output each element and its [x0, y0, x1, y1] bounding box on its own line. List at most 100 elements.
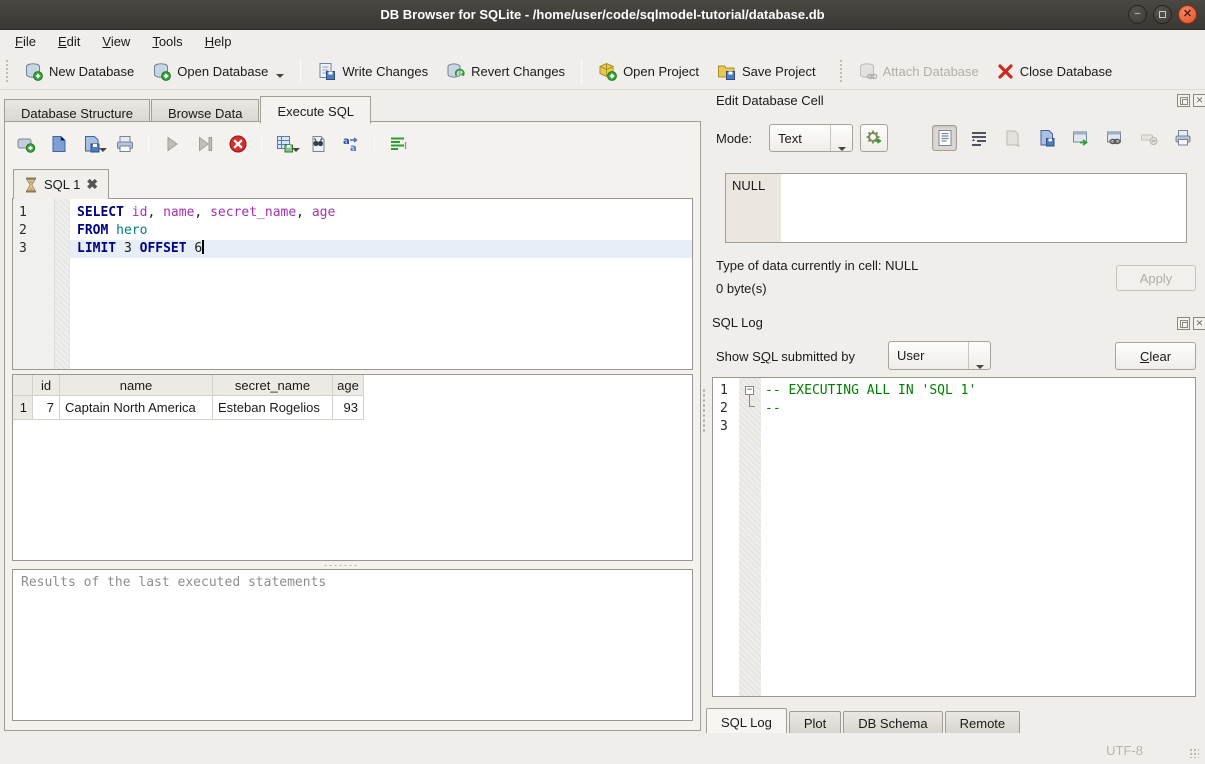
cell-value-editor[interactable]: NULL: [725, 173, 1187, 243]
menu-view[interactable]: View: [91, 31, 141, 52]
replace-button[interactable]: aa: [340, 133, 362, 155]
log-fold-margin: −: [739, 378, 761, 696]
window-title: DB Browser for SQLite - /home/user/code/…: [0, 7, 1205, 22]
auto-switch-mode-button[interactable]: [860, 124, 888, 152]
import-data-button[interactable]: [1000, 125, 1025, 151]
status-bar: UTF-8: [0, 733, 1205, 764]
open-database-button[interactable]: Open Database: [143, 57, 293, 86]
text-cursor: [202, 240, 204, 254]
dock-tab-bar: SQL Log Plot DB Schema Remote: [706, 708, 1022, 734]
toolbar-separator: [300, 59, 301, 83]
menu-edit[interactable]: Edit: [47, 31, 91, 52]
encoding-indicator: UTF-8: [1106, 743, 1143, 758]
menu-help[interactable]: Help: [194, 31, 243, 52]
svg-text:a: a: [350, 143, 357, 154]
write-changes-button[interactable]: Write Changes: [308, 57, 437, 86]
word-wrap-toggle[interactable]: [966, 125, 991, 151]
sql-log-view[interactable]: 1 2 3 − -- EXECUTING ALL IN 'SQL 1' --: [712, 377, 1196, 697]
column-header-id[interactable]: id: [33, 375, 60, 396]
clear-log-button[interactable]: Clear: [1115, 342, 1196, 370]
save-project-button[interactable]: Save Project: [708, 57, 825, 86]
cell-age[interactable]: 93: [333, 396, 364, 420]
sql-line-current: LIMIT 3 OFFSET 6: [70, 240, 692, 258]
sql-editor[interactable]: 1 2 3 SELECT id, name, secret_name, age …: [12, 198, 693, 370]
column-header-age[interactable]: age: [333, 375, 364, 396]
minimize-button[interactable]: −: [1128, 5, 1147, 24]
print-cell-button[interactable]: [1170, 125, 1195, 151]
column-header-name[interactable]: name: [60, 375, 213, 396]
export-results-button[interactable]: [274, 133, 296, 155]
toolbar-handle[interactable]: [5, 59, 10, 83]
set-null-button[interactable]: [1136, 125, 1161, 151]
main-toolbar: New Database Open Database Write Changes…: [0, 53, 1205, 90]
toolbar-separator: [148, 134, 149, 154]
dock-tab-sql-log[interactable]: SQL Log: [706, 708, 787, 734]
revert-changes-button[interactable]: Revert Changes: [437, 57, 574, 86]
close-button[interactable]: ✕: [1178, 5, 1197, 24]
save-sql-file-button[interactable]: [81, 133, 103, 155]
new-sql-tab-button[interactable]: [15, 133, 37, 155]
close-sql-tab-icon[interactable]: ✖: [86, 176, 98, 193]
hourglass-icon: [24, 177, 38, 193]
open-sql-file-button[interactable]: [48, 133, 70, 155]
mode-select[interactable]: Text: [769, 124, 853, 152]
revert-changes-icon: [446, 62, 465, 81]
stop-button[interactable]: [227, 133, 249, 155]
results-table: id name secret_name age 1 7 Captain Nort…: [12, 374, 693, 561]
open-project-button[interactable]: Open Project: [589, 57, 708, 86]
print-sql-button[interactable]: [114, 133, 136, 155]
copy-link-button[interactable]: [1102, 125, 1127, 151]
menu-file[interactable]: File: [4, 31, 47, 52]
open-database-dropdown-icon[interactable]: [276, 74, 284, 78]
sql-editor-toolbar: aa: [15, 133, 409, 155]
dock-tab-plot[interactable]: Plot: [789, 711, 841, 734]
close-dock-icon[interactable]: ✕: [1193, 94, 1205, 107]
execute-line-button[interactable]: [194, 133, 216, 155]
execute-all-button[interactable]: [161, 133, 183, 155]
resize-grip[interactable]: [1189, 748, 1199, 758]
cell-id[interactable]: 7: [33, 396, 60, 420]
close-database-button[interactable]: Close Database: [988, 58, 1122, 85]
text-mode-toggle[interactable]: [932, 125, 957, 151]
cell-secret-name[interactable]: Esteban Rogelios: [213, 396, 333, 420]
export-dropdown-icon[interactable]: [292, 148, 300, 152]
format-sql-button[interactable]: [387, 133, 409, 155]
open-project-icon: [598, 62, 617, 81]
row-number-cell: 1: [13, 396, 33, 420]
find-button[interactable]: [307, 133, 329, 155]
tab-execute-sql[interactable]: Execute SQL: [260, 96, 371, 124]
attach-database-icon: [858, 62, 877, 81]
column-header-secret-name[interactable]: secret_name: [213, 375, 333, 396]
dock-tab-db-schema[interactable]: DB Schema: [843, 711, 942, 734]
sql-code-area[interactable]: SELECT id, name, secret_name, age FROM h…: [70, 199, 692, 369]
sql-document-tab[interactable]: SQL 1 ✖: [13, 169, 109, 199]
edit-cell-dock-title: Edit Database Cell: [716, 93, 824, 108]
vertical-splitter-handle[interactable]: [702, 388, 706, 434]
apply-button[interactable]: Apply: [1116, 265, 1196, 291]
fold-collapse-icon[interactable]: −: [745, 386, 754, 395]
cell-name[interactable]: Captain North America: [60, 396, 213, 420]
export-data-button[interactable]: [1034, 125, 1059, 151]
menu-tools[interactable]: Tools: [141, 31, 193, 52]
save-sql-dropdown-icon[interactable]: [99, 148, 107, 152]
cell-value-text: NULL: [726, 174, 781, 242]
float-dock-icon[interactable]: [1177, 94, 1190, 107]
toolbar-handle[interactable]: [839, 59, 844, 83]
new-database-button[interactable]: New Database: [15, 57, 143, 86]
log-filter-select[interactable]: User: [888, 341, 991, 370]
cell-editor-toolbar: [932, 125, 1195, 151]
maximize-button[interactable]: [1153, 5, 1172, 24]
splitter-handle[interactable]: [323, 562, 403, 568]
dock-tab-remote[interactable]: Remote: [945, 711, 1021, 734]
corner-cell: [13, 375, 33, 396]
log-filter-label: Show SQL submitted by: [716, 349, 855, 364]
sql-line: SELECT id, name, secret_name, age: [70, 204, 692, 222]
cell-type-info: Type of data currently in cell: NULL: [716, 258, 918, 273]
open-in-external-button[interactable]: [1068, 125, 1093, 151]
table-row[interactable]: 1 7 Captain North America Esteban Rogeli…: [13, 396, 692, 420]
sql-log-dock-controls: ✕: [1177, 317, 1205, 330]
close-dock-icon[interactable]: ✕: [1193, 317, 1205, 330]
float-dock-icon[interactable]: [1177, 317, 1190, 330]
chevron-down-icon: [968, 342, 990, 369]
attach-database-button[interactable]: Attach Database: [849, 57, 988, 86]
